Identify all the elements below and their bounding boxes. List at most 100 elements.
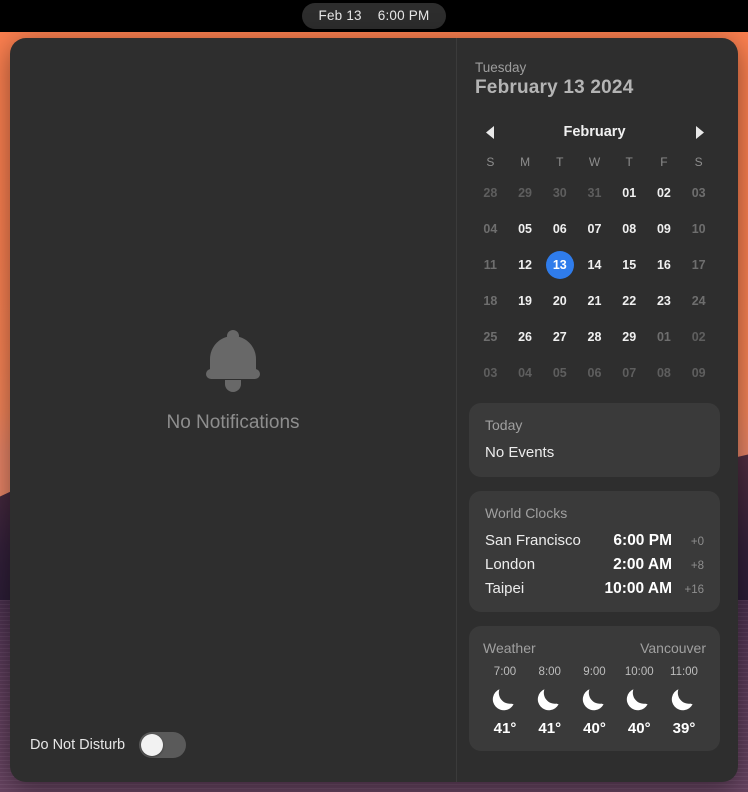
calendar-cell[interactable]: 22	[612, 283, 647, 319]
calendar-day: 07	[587, 222, 602, 236]
world-clock-row: San Francisco 6:00 PM +0	[485, 532, 704, 550]
calendar-cell[interactable]: 03	[473, 355, 508, 391]
calendar-cell[interactable]: 30	[542, 175, 577, 211]
world-clock-row: Taipei 10:00 AM +16	[485, 580, 704, 598]
calendar-cell[interactable]: 25	[473, 319, 508, 355]
widgets-column: Tuesday February 13 2024 February S M T W T F…	[457, 38, 738, 782]
calendar-cell[interactable]: 01	[647, 319, 682, 355]
calendar-cell[interactable]: 26	[508, 319, 543, 355]
calendar-cell[interactable]: 16	[647, 247, 682, 283]
today-widget: Today No Events	[469, 403, 720, 477]
menu-bar-clock[interactable]: Feb 13 6:00 PM	[301, 3, 447, 29]
calendar-cell[interactable]: 28	[577, 319, 612, 355]
calendar-week-row: 25 26 27 28 29 01 02	[473, 319, 716, 355]
weather-temperature: 40°	[627, 720, 651, 737]
calendar-cell[interactable]: 01	[612, 175, 647, 211]
calendar-cell[interactable]: 29	[612, 319, 647, 355]
full-date-label: February 13 2024	[475, 77, 634, 98]
calendar-cell[interactable]: 08	[647, 355, 682, 391]
calendar-day: 18	[483, 294, 498, 308]
weather-hour-label: 7:00	[493, 666, 517, 678]
calendar-cell[interactable]: 19	[508, 283, 543, 319]
moon-icon	[490, 684, 520, 714]
chevron-right-icon[interactable]	[688, 121, 710, 143]
menu-bar-date: Feb 13	[318, 8, 362, 23]
calendar-cell[interactable]: 06	[577, 355, 612, 391]
do-not-disturb-row: Do Not Disturb	[30, 732, 187, 758]
calendar-cell[interactable]: 02	[647, 175, 682, 211]
calendar-cell[interactable]: 06	[542, 211, 577, 247]
world-clock-city: San Francisco	[485, 532, 581, 549]
calendar-day: 28	[483, 186, 498, 200]
calendar-week-row: 11 12 13 14 15 16 17	[473, 247, 716, 283]
calendar-cell[interactable]: 02	[681, 319, 716, 355]
calendar-cell[interactable]: 09	[647, 211, 682, 247]
moon-icon	[624, 684, 654, 714]
weather-hour-column: 9:00 40°	[573, 666, 617, 737]
weather-hour-column: 10:00 40°	[617, 666, 661, 737]
calendar-cell[interactable]: 09	[681, 355, 716, 391]
calendar-day: 12	[518, 258, 533, 272]
calendar-cell[interactable]: 24	[681, 283, 716, 319]
today-widget-value: No Events	[485, 444, 555, 461]
calendar-day: 21	[587, 294, 602, 308]
calendar-cell[interactable]: 15	[612, 247, 647, 283]
date-header: Tuesday February 13 2024	[469, 60, 720, 99]
calendar-cell[interactable]: 03	[681, 175, 716, 211]
calendar-weekday-1: M	[520, 155, 531, 169]
calendar-cell[interactable]: 05	[542, 355, 577, 391]
notification-center-panel: No Notifications Do Not Disturb Tuesday …	[10, 38, 738, 782]
calendar-week-row: 18 19 20 21 22 23 24	[473, 283, 716, 319]
no-notifications-label: No Notifications	[166, 412, 300, 433]
calendar-cell[interactable]: 04	[473, 211, 508, 247]
weather-hour-column: 8:00 41°	[528, 666, 572, 737]
calendar-day: 16	[656, 258, 671, 272]
calendar-cell[interactable]: 04	[508, 355, 543, 391]
calendar-cell[interactable]: 28	[473, 175, 508, 211]
calendar-cell[interactable]: 05	[508, 211, 543, 247]
calendar-cell[interactable]: 10	[681, 211, 716, 247]
moon-icon	[669, 684, 699, 714]
calendar-cell[interactable]: 11	[473, 247, 508, 283]
toggle-knob	[141, 734, 164, 756]
calendar-day: 23	[656, 294, 671, 308]
world-clock-offset: +8	[690, 560, 704, 572]
bell-icon	[206, 330, 260, 392]
calendar-day: 24	[691, 294, 706, 308]
weather-hour-label: 10:00	[624, 666, 654, 678]
calendar-weekday-3: W	[588, 155, 601, 169]
calendar-cell[interactable]: 23	[647, 283, 682, 319]
calendar-cell[interactable]: 29	[508, 175, 543, 211]
no-notifications-state: No Notifications	[10, 38, 456, 782]
calendar-cell[interactable]: 12	[508, 247, 543, 283]
calendar-day: 25	[483, 330, 498, 344]
do-not-disturb-toggle[interactable]	[139, 732, 187, 758]
calendar-cell[interactable]: 21	[577, 283, 612, 319]
weather-hour-column: 7:00 41°	[483, 666, 527, 737]
calendar-weekday-4: T	[625, 155, 633, 169]
calendar-cell[interactable]: 14	[577, 247, 612, 283]
calendar-cell[interactable]: 07	[577, 211, 612, 247]
world-clock-time: 10:00 AM	[604, 580, 672, 597]
calendar-cell[interactable]: 07	[612, 355, 647, 391]
calendar-cell[interactable]: 20	[542, 283, 577, 319]
calendar-grid: 28 29 30 31 01 02 03 04 05 06 07 08 09 10 11 12 13 14 15 16…	[473, 175, 716, 391]
weather-hourly-forecast: 7:00 41° 8:00 41° 9:00 40° 10:00 40° 11:00 39°	[483, 666, 706, 737]
calendar-day: 28	[587, 330, 602, 344]
calendar-day: 14	[587, 258, 602, 272]
menu-bar: Feb 13 6:00 PM	[0, 0, 748, 32]
chevron-left-icon[interactable]	[479, 121, 501, 143]
calendar-cell[interactable]: 17	[681, 247, 716, 283]
calendar-cell[interactable]: 18	[473, 283, 508, 319]
calendar-day: 09	[656, 222, 671, 236]
calendar-day: 04	[483, 222, 498, 236]
calendar-cell[interactable]: 13	[542, 247, 577, 283]
calendar-cell[interactable]: 27	[542, 319, 577, 355]
calendar-day: 08	[656, 366, 671, 380]
menu-bar-time: 6:00 PM	[377, 8, 430, 23]
calendar-cell[interactable]: 31	[577, 175, 612, 211]
calendar-day: 05	[518, 222, 533, 236]
today-widget-title: Today	[485, 417, 523, 433]
calendar-day: 09	[691, 366, 706, 380]
calendar-cell[interactable]: 08	[612, 211, 647, 247]
